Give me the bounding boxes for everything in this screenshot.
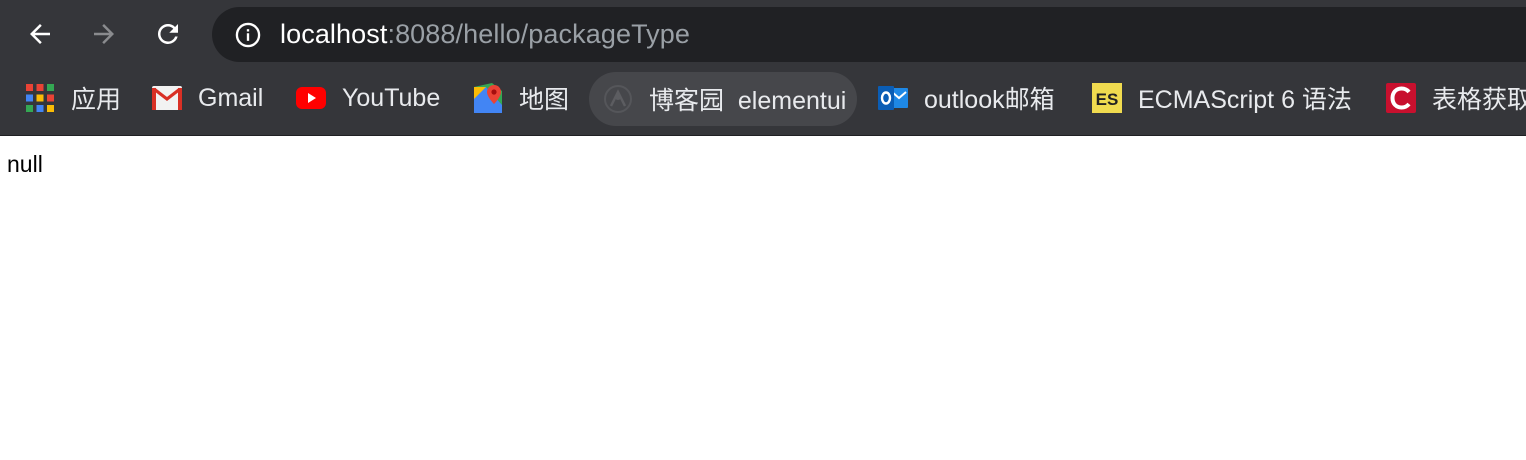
page-content: null [0,137,1526,460]
gmail-icon [152,83,182,113]
reload-button[interactable] [148,14,188,54]
bookmark-label: 地图 [519,86,570,114]
bookmark-label: 表格获取 [1432,86,1526,114]
url-path: :8088/hello/packageType [387,19,690,49]
url-host: localhost [280,19,388,49]
response-text: null [7,151,43,177]
bookmark-gmail[interactable]: Gmail [152,70,263,126]
bookmark-tables[interactable]: 表格获取 [1386,70,1526,126]
bookmark-apps[interactable]: 应用 [25,70,121,126]
info-icon[interactable] [234,21,262,49]
back-button[interactable] [20,14,60,54]
reload-icon [157,23,178,44]
browser-toolbar: localhost:8088/hello/packageType [0,0,1526,70]
forward-button[interactable] [84,14,124,54]
bookmark-label: Gmail [198,83,264,112]
url-text[interactable]: localhost:8088/hello/packageType [280,7,690,62]
bookmark-label: ECMAScript 6 语法 [1138,86,1352,114]
bookmark-maps[interactable]: 地图 [473,70,569,126]
arrow-right-icon [94,24,114,44]
outlook-icon [878,83,908,113]
cnblogs-icon [603,84,633,114]
bookmark-label: 应用 [71,86,122,114]
bookmark-label: 博客园 elementui [649,87,847,115]
apps-grid-icon [25,83,55,113]
address-bar[interactable]: localhost:8088/hello/packageType [212,7,1526,62]
arrow-left-icon [30,24,50,44]
bookmark-label: outlook邮箱 [924,86,1055,114]
es-icon: ES [1092,83,1122,113]
youtube-icon [296,83,326,113]
es-icon-text: ES [1095,90,1119,109]
maps-icon [473,83,503,113]
bookmark-label: YouTube [342,83,441,112]
bookmarks-bar: 应用 Gmail YouTube 地图 博客园 elementui outloo… [0,70,1526,136]
bookmark-youtube[interactable]: YouTube [296,70,440,126]
bookmark-outlook[interactable]: outlook邮箱 [878,70,1055,126]
tables-icon [1386,83,1416,113]
bookmark-es6[interactable]: ES ECMAScript 6 语法 [1092,70,1352,126]
bookmark-cnblogs[interactable]: 博客园 elementui [589,72,857,126]
